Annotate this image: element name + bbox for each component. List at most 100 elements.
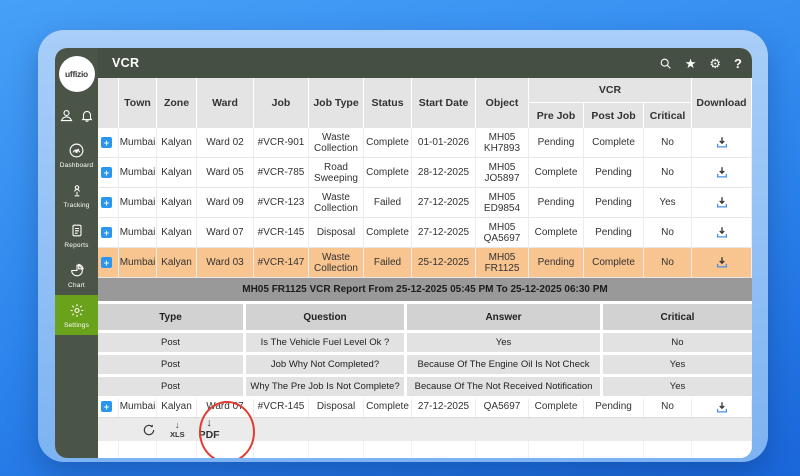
cell-post-job: Complete bbox=[584, 128, 644, 158]
column-header-zone: Zone bbox=[157, 78, 197, 128]
cell-object: MH05 QA5697 bbox=[476, 218, 529, 248]
logo-text: uffizio bbox=[65, 69, 88, 79]
cell-zone: Kalyan bbox=[157, 158, 197, 188]
column-header-town: Town bbox=[119, 78, 157, 128]
download-icon[interactable] bbox=[715, 401, 729, 414]
report-header-answer: Answer bbox=[407, 304, 600, 330]
settings-gear-icon bbox=[69, 302, 85, 319]
sidebar-item-settings[interactable]: Settings bbox=[55, 295, 98, 335]
table-row: + Mumbai Kalyan Ward 09 #VCR-123 Waste C… bbox=[98, 188, 752, 218]
download-icon[interactable] bbox=[715, 166, 729, 179]
cell-job-type: Waste Collection bbox=[309, 248, 364, 278]
cell-town: Mumbai bbox=[119, 188, 157, 218]
column-header-job: Job bbox=[254, 78, 309, 128]
expand-row-button[interactable]: + bbox=[101, 167, 112, 178]
expand-row-button[interactable]: + bbox=[101, 137, 112, 148]
cell-zone: Kalyan bbox=[157, 188, 197, 218]
cell-start-date: 27-12-2025 bbox=[412, 399, 476, 417]
report-cell-critical: Yes bbox=[603, 355, 752, 374]
main-content: VCR ★ ⚙ ? Town Zone Ward Job Job Type St… bbox=[98, 48, 752, 458]
report-header-critical: Critical bbox=[603, 304, 752, 330]
xls-label: XLS bbox=[170, 431, 185, 439]
column-header-status: Status bbox=[364, 78, 412, 128]
download-arrow-icon: ↓ bbox=[206, 418, 212, 429]
user-icon[interactable] bbox=[59, 108, 74, 123]
cell-post-job: Pending bbox=[584, 399, 644, 417]
page-title: VCR bbox=[112, 56, 139, 70]
cell-status: Failed bbox=[364, 248, 412, 278]
cell-job-type: Road Sweeping bbox=[309, 158, 364, 188]
cell-ward: Ward 07 bbox=[197, 218, 254, 248]
download-arrow-icon: ↓ bbox=[175, 421, 180, 430]
cell-town: Mumbai bbox=[119, 399, 157, 417]
report-cell-type: Post bbox=[98, 333, 243, 352]
cell-critical: Yes bbox=[644, 188, 692, 218]
table-row: + Mumbai Kalyan Ward 05 #VCR-785 Road Sw… bbox=[98, 158, 752, 188]
column-header-download: Download bbox=[692, 78, 752, 128]
search-icon[interactable] bbox=[659, 57, 672, 70]
vcr-report-title: MH05 FR1125 VCR Report From 25-12-2025 0… bbox=[98, 278, 752, 301]
column-header-critical: Critical bbox=[644, 103, 692, 128]
table-header: Town Zone Ward Job Job Type Status Start… bbox=[98, 78, 752, 128]
cell-town: Mumbai bbox=[119, 128, 157, 158]
expand-row-button[interactable]: + bbox=[101, 257, 112, 268]
sidebar-item-dashboard[interactable]: Dashboard bbox=[55, 135, 98, 175]
tracking-icon bbox=[69, 182, 85, 199]
cell-ward: Ward 07 bbox=[197, 399, 254, 417]
help-icon[interactable]: ? bbox=[734, 57, 742, 70]
page-header: VCR ★ ⚙ ? bbox=[98, 48, 752, 78]
cell-pre-job: Pending bbox=[529, 188, 584, 218]
cell-ward: Ward 02 bbox=[197, 128, 254, 158]
download-icon[interactable] bbox=[715, 226, 729, 239]
cell-object: MH05 FR1125 bbox=[476, 248, 529, 278]
app-window: uffizio Dashboard Tracking bbox=[55, 48, 752, 458]
cell-object: MH05 JO5897 bbox=[476, 158, 529, 188]
report-cell-answer: Yes bbox=[407, 333, 600, 352]
cell-job: #VCR-123 bbox=[254, 188, 309, 218]
download-icon[interactable] bbox=[715, 136, 729, 149]
cell-status: Complete bbox=[364, 158, 412, 188]
cell-job-type: Disposal bbox=[309, 399, 364, 417]
cell-job: #VCR-901 bbox=[254, 128, 309, 158]
expand-column-header bbox=[98, 78, 119, 128]
table-row-partial: + Mumbai Kalyan Ward 07 #VCR-145 Disposa… bbox=[98, 399, 752, 417]
sidebar-item-label: Dashboard bbox=[60, 162, 94, 169]
cell-job-type: Waste Collection bbox=[309, 188, 364, 218]
download-icon[interactable] bbox=[715, 196, 729, 209]
refresh-button[interactable] bbox=[142, 423, 156, 437]
sidebar-item-label: Chart bbox=[68, 282, 85, 289]
sidebar-item-chart[interactable]: Chart bbox=[55, 255, 98, 295]
cell-start-date: 25-12-2025 bbox=[412, 248, 476, 278]
favorites-star-icon[interactable]: ★ bbox=[685, 57, 697, 70]
column-header-ward: Ward bbox=[197, 78, 254, 128]
cell-job: #VCR-145 bbox=[254, 218, 309, 248]
cell-object: QA5697 bbox=[476, 399, 529, 417]
report-cell-critical: No bbox=[603, 333, 752, 352]
download-icon[interactable] bbox=[715, 256, 729, 269]
sidebar-item-reports[interactable]: Reports bbox=[55, 215, 98, 255]
expand-row-button[interactable]: + bbox=[101, 197, 112, 208]
cell-job: #VCR-145 bbox=[254, 399, 309, 417]
dashboard-icon bbox=[68, 142, 85, 159]
expand-row-button[interactable]: + bbox=[101, 227, 112, 238]
report-cell-critical: Yes bbox=[603, 377, 752, 396]
cell-town: Mumbai bbox=[119, 248, 157, 278]
cell-start-date: 28-12-2025 bbox=[412, 158, 476, 188]
table-row: + Mumbai Kalyan Ward 07 #VCR-145 Disposa… bbox=[98, 218, 752, 248]
column-header-post-job: Post Job bbox=[584, 103, 644, 128]
export-pdf-button[interactable]: ↓ PDF bbox=[199, 418, 220, 441]
cell-pre-job: Complete bbox=[529, 399, 584, 417]
notifications-bell-icon[interactable] bbox=[80, 108, 94, 123]
gear-icon[interactable]: ⚙ bbox=[709, 57, 721, 70]
expand-row-button[interactable]: + bbox=[101, 401, 112, 412]
cell-zone: Kalyan bbox=[157, 128, 197, 158]
cell-status: Complete bbox=[364, 399, 412, 417]
cell-object: MH05 ED9854 bbox=[476, 188, 529, 218]
sidebar: uffizio Dashboard Tracking bbox=[55, 48, 98, 458]
reports-icon bbox=[69, 222, 85, 239]
cell-post-job: Pending bbox=[584, 158, 644, 188]
export-xls-button[interactable]: ↓ XLS bbox=[170, 421, 185, 439]
report-cell-question: Why The Pre Job Is Not Complete? bbox=[246, 377, 404, 396]
sidebar-item-tracking[interactable]: Tracking bbox=[55, 175, 98, 215]
cell-ward: Ward 03 bbox=[197, 248, 254, 278]
